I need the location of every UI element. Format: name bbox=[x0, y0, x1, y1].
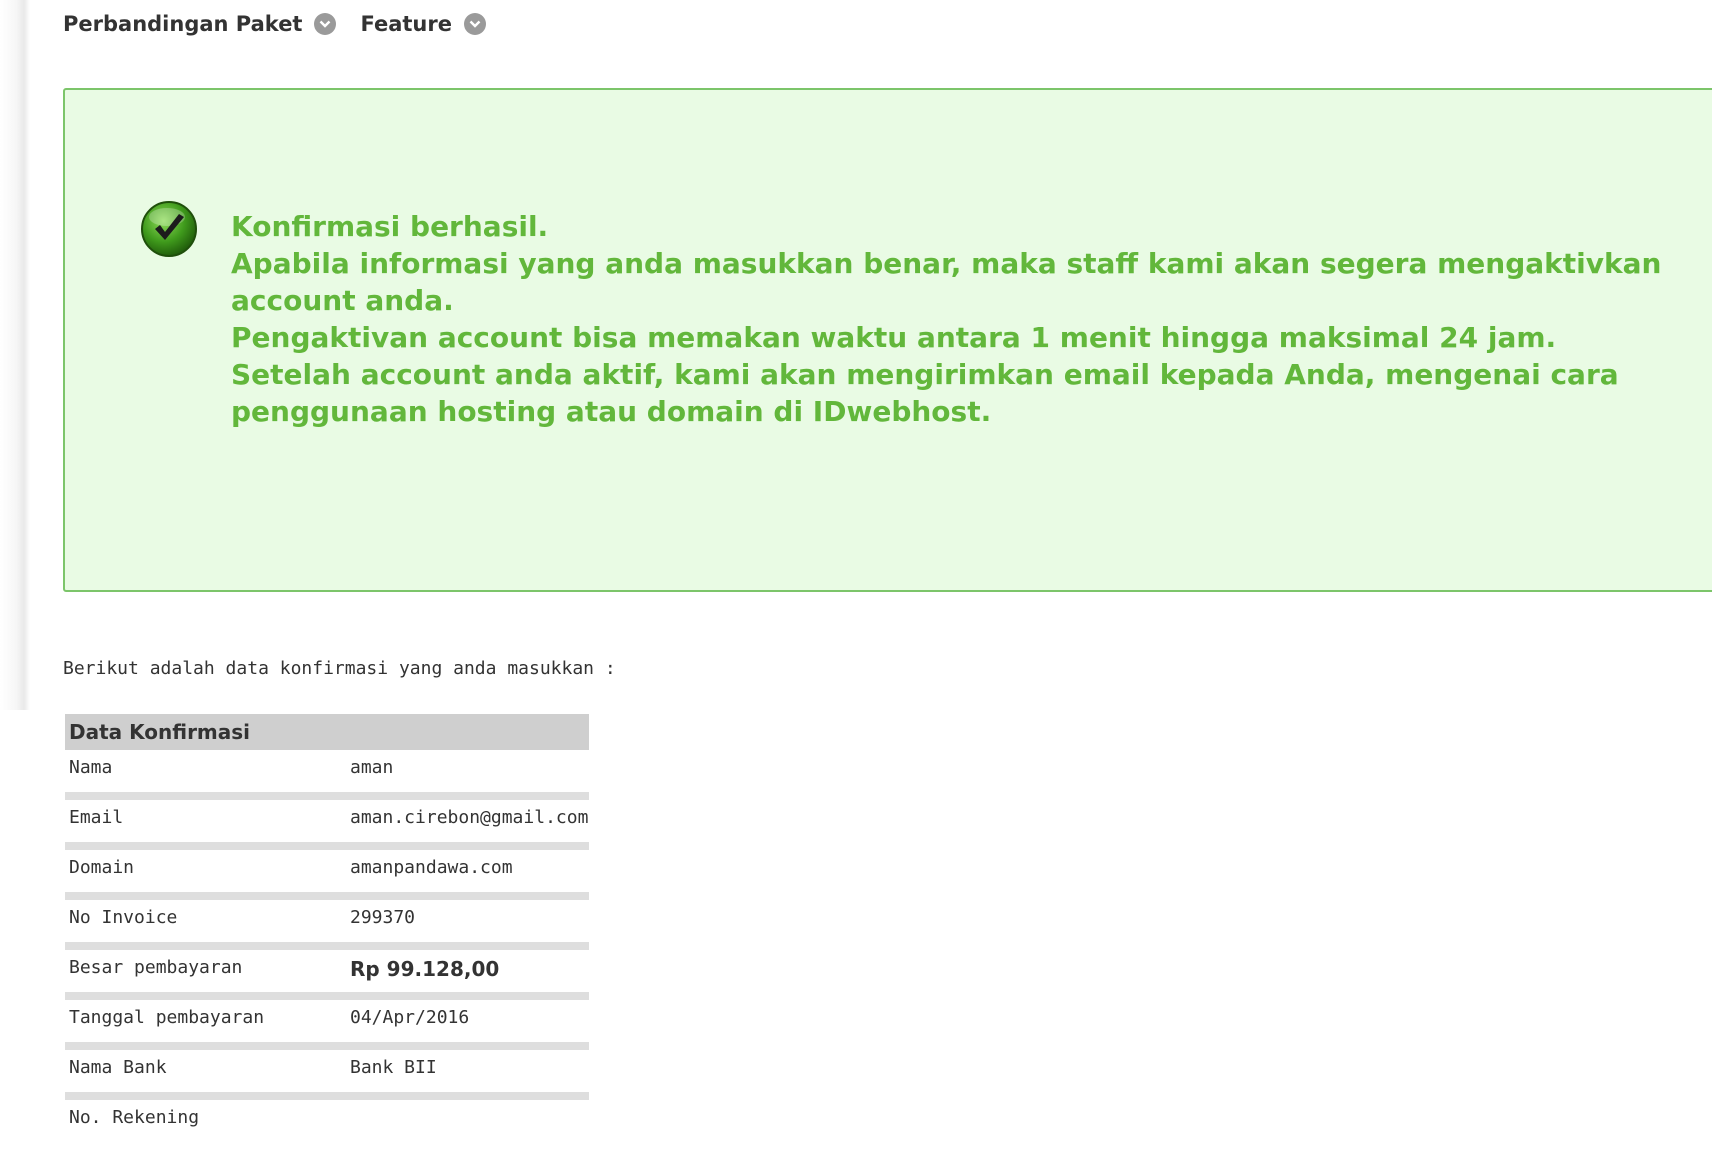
success-line: Apabila informasi yang anda masukkan ben… bbox=[231, 247, 1662, 317]
success-line: Setelah account anda aktif, kami akan me… bbox=[231, 358, 1619, 428]
page: Perbandingan Paket Feature Konfirmasi be… bbox=[0, 0, 1712, 1151]
left-edge-shadow bbox=[0, 0, 30, 710]
table-row: Nama aman bbox=[65, 750, 589, 800]
table-header: Data Konfirmasi bbox=[65, 714, 589, 750]
row-label: Email bbox=[69, 807, 124, 828]
row-value: aman bbox=[350, 757, 394, 778]
table-row: Besar pembayaran Rp 99.128,00 bbox=[65, 950, 589, 1000]
chevron-down-icon[interactable] bbox=[314, 13, 337, 35]
success-message: Konfirmasi berhasil. Apabila informasi y… bbox=[231, 208, 1712, 430]
table-row: Email aman.cirebon@gmail.com bbox=[65, 800, 589, 850]
row-value: 04/Apr/2016 bbox=[350, 1007, 470, 1028]
table-row: No Invoice 299370 bbox=[65, 900, 589, 950]
row-label: Tanggal pembayaran bbox=[69, 1007, 265, 1028]
row-value: aman.cirebon@gmail.com bbox=[350, 807, 589, 828]
row-label: No. Rekening bbox=[69, 1107, 200, 1128]
table-row: Tanggal pembayaran 04/Apr/2016 bbox=[65, 1000, 589, 1050]
success-line: Pengaktivan account bisa memakan waktu a… bbox=[231, 321, 1557, 354]
top-navigation: Perbandingan Paket Feature bbox=[63, 12, 510, 36]
nav-item-feature[interactable]: Feature bbox=[360, 12, 486, 36]
row-label: Nama bbox=[69, 757, 113, 778]
chevron-down-icon[interactable] bbox=[463, 13, 486, 35]
intro-text: Berikut adalah data konfirmasi yang anda… bbox=[63, 658, 616, 679]
row-label: Besar pembayaran bbox=[69, 957, 243, 978]
checkmark-icon bbox=[140, 200, 198, 258]
nav-item-perbandingan-paket[interactable]: Perbandingan Paket bbox=[63, 12, 337, 36]
success-alert: Konfirmasi berhasil. Apabila informasi y… bbox=[63, 88, 1712, 592]
row-value: 299370 bbox=[350, 907, 416, 928]
row-value: Bank BII bbox=[350, 1057, 437, 1078]
table-row: Nama Bank Bank BII bbox=[65, 1050, 589, 1100]
table-row: No. Rekening bbox=[65, 1100, 589, 1150]
row-label: Nama Bank bbox=[69, 1057, 167, 1078]
nav-item-label: Feature bbox=[360, 12, 452, 36]
row-value: amanpandawa.com bbox=[350, 857, 513, 878]
row-label: No Invoice bbox=[69, 907, 178, 928]
row-label: Domain bbox=[69, 857, 135, 878]
confirmation-table: Data Konfirmasi Nama aman Email aman.cir… bbox=[65, 714, 589, 1150]
success-line: Konfirmasi berhasil. bbox=[231, 210, 549, 243]
table-row: Domain amanpandawa.com bbox=[65, 850, 589, 900]
nav-item-label: Perbandingan Paket bbox=[63, 12, 303, 36]
payment-amount: Rp 99.128,00 bbox=[350, 957, 500, 981]
